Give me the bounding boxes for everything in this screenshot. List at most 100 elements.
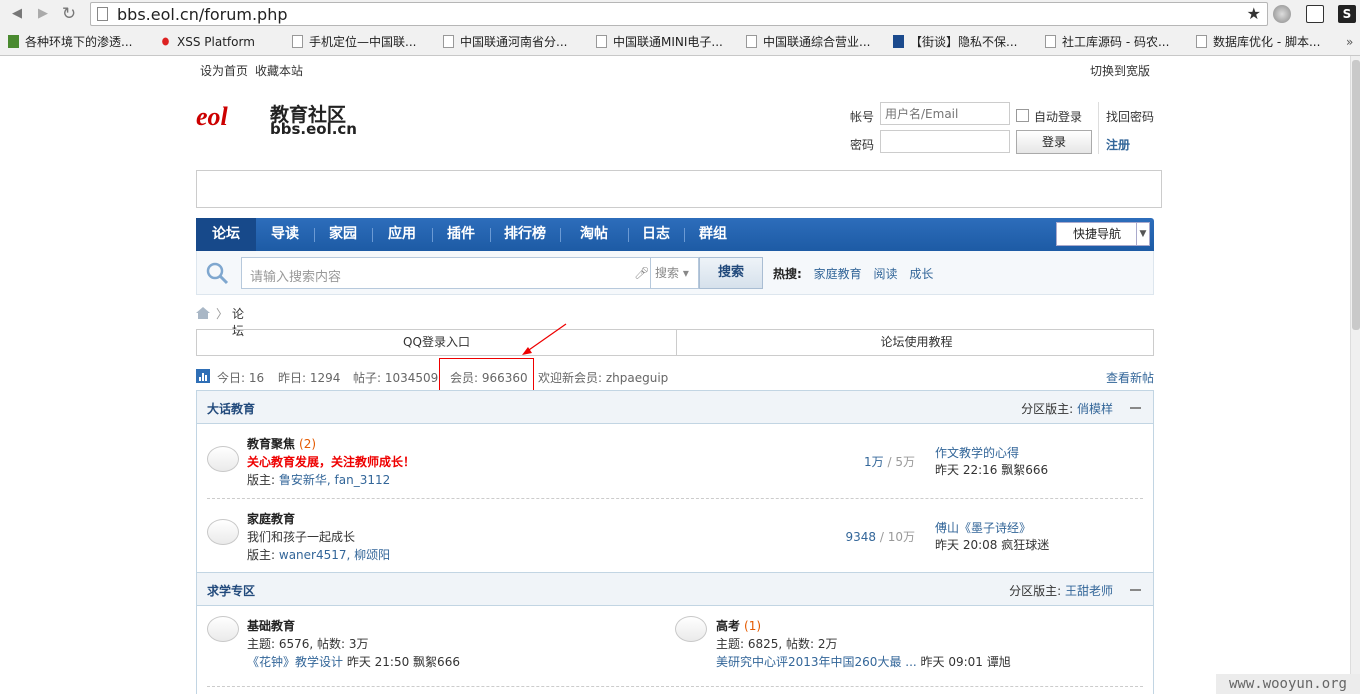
hot-term[interactable]: 阅读 — [873, 267, 897, 281]
stat-welcome[interactable]: 欢迎新会员: zhpaeguip — [538, 369, 668, 386]
collapse-icon[interactable] — [1130, 589, 1141, 591]
vertical-scrollbar[interactable] — [1350, 56, 1360, 694]
last-post-title[interactable]: 作文教学的心得 — [935, 446, 1019, 460]
hot-search-label: 热搜: — [773, 267, 802, 281]
main-nav: 论坛 导读 家园 应用 插件 排行榜 淘帖 日志 群组 快捷导航 ▼ — [196, 218, 1154, 251]
nav-item-forum[interactable]: 论坛 — [196, 218, 256, 251]
bookmark-item[interactable]: 中国联通综合营业... — [746, 34, 870, 50]
category-header: 求学专区 分区版主: 王甜老师 — [196, 572, 1154, 606]
forum-description: 我们和孩子一起成长 — [247, 530, 356, 544]
moderator-link[interactable]: 鲁安新华, fan_3112 — [279, 473, 390, 487]
password-input[interactable] — [880, 130, 1010, 153]
forum-row: 教育聚焦 (2) 关心教育发展，关注教师成长！ 版主: 鲁安新华, fan_311… — [197, 424, 1153, 498]
bookmark-item[interactable]: XSS Platform — [160, 34, 255, 50]
row-divider — [207, 686, 1143, 687]
last-post-info: 昨天 09:01 谭旭 — [920, 655, 1011, 669]
watermark: www.wooyun.org — [1216, 674, 1360, 694]
last-post: 美研究中心评2013年中国260大最 ... 昨天 09:01 谭旭 — [716, 653, 1011, 670]
search-input[interactable]: 请输入搜索内容 🎤︎ — [241, 257, 651, 289]
bookmark-item[interactable]: 中国联通河南省分... — [443, 34, 567, 50]
scrollbar-thumb[interactable] — [1352, 60, 1360, 330]
account-input[interactable] — [880, 102, 1010, 125]
back-icon[interactable]: ◀ — [8, 5, 26, 23]
forum-name[interactable]: 教育聚焦 (2) — [247, 435, 316, 452]
post-count: 10万 — [887, 530, 915, 544]
favorite-link[interactable]: 收藏本站 — [255, 62, 303, 79]
new-count: (2) — [299, 437, 317, 451]
nav-item-ranking[interactable]: 排行榜 — [490, 218, 560, 251]
moderator-label: 分区版主: — [1021, 402, 1074, 416]
forum-name[interactable]: 高考 (1) — [716, 617, 761, 634]
nav-item-groups[interactable]: 群组 — [684, 218, 742, 251]
address-bar[interactable]: bbs.eol.cn/forum.php ★ — [90, 2, 1268, 26]
bookmark-item[interactable]: 数据库优化 - 脚本... — [1196, 34, 1320, 50]
find-password-link[interactable]: 找回密码 — [1106, 108, 1154, 125]
category-moderator: 分区版主: 俏模样 — [1021, 400, 1113, 417]
moderator-label: 版主: — [247, 548, 276, 562]
home-icon[interactable] — [196, 307, 210, 319]
nav-item-taotie[interactable]: 淘帖 — [560, 218, 628, 251]
nav-item-plugins[interactable]: 插件 — [432, 218, 490, 251]
bookmark-item[interactable]: 【街谈】隐私不保... — [893, 34, 1017, 50]
nav-item-home[interactable]: 家园 — [314, 218, 372, 251]
breadcrumb-separator: 〉 — [216, 307, 229, 321]
last-post-title[interactable]: 美研究中心评2013年中国260大最 ... — [716, 655, 917, 669]
hot-term[interactable]: 家庭教育 — [814, 267, 862, 281]
microphone-icon[interactable]: 🎤︎ — [634, 266, 649, 280]
globe-extension-icon[interactable] — [1273, 5, 1291, 23]
logo-domain: bbs.eol.cn — [270, 120, 357, 138]
reload-icon[interactable]: ↻ — [60, 5, 78, 23]
set-home-link[interactable]: 设为首页 — [200, 62, 248, 79]
s-extension-icon[interactable]: S — [1338, 5, 1356, 23]
more-bookmarks-icon[interactable]: » — [1346, 34, 1353, 50]
forum-counts: 9348 / 10万 — [845, 530, 915, 544]
nav-item-guide[interactable]: 导读 — [256, 218, 314, 251]
new-count: (1) — [744, 619, 762, 633]
last-post-info: 昨天 21:50 飘絮666 — [346, 655, 460, 669]
register-link[interactable]: 注册 — [1106, 136, 1130, 153]
nav-item-apps[interactable]: 应用 — [372, 218, 432, 251]
site-logo[interactable]: eol 教育社区 bbs.eol.cn — [196, 96, 357, 140]
bookmark-item[interactable]: 社工库源码 - 码农... — [1045, 34, 1169, 50]
switch-wide-link[interactable]: 切换到宽版 — [1090, 62, 1150, 79]
last-post-title[interactable]: 《花钟》教学设计 — [247, 655, 343, 669]
forward-icon[interactable]: ▶ — [34, 5, 52, 23]
search-scope-label: 搜索 — [655, 266, 680, 280]
page-icon — [97, 7, 108, 21]
view-new-posts-link[interactable]: 查看新帖 — [1106, 369, 1154, 386]
forum-moderators: 版主: waner4517, 柳颂阳 — [247, 546, 390, 563]
hot-term[interactable]: 成长 — [909, 267, 933, 281]
bookmark-item[interactable]: 手机定位—中国联... — [292, 34, 416, 50]
forum-name[interactable]: 基础教育 — [247, 617, 295, 634]
browser-chrome: ◀ ▶ ↻ bbs.eol.cn/forum.php ★ S 各种环境下的渗透.… — [0, 0, 1360, 56]
last-post-title[interactable]: 傅山《墨子诗经》 — [935, 521, 1031, 535]
nav-item-blog[interactable]: 日志 — [628, 218, 684, 251]
forum-name[interactable]: 家庭教育 — [247, 510, 295, 527]
moderator-link[interactable]: 俏模样 — [1077, 402, 1113, 416]
search-bar: 请输入搜索内容 🎤︎ 搜索 ▾ 搜索 热搜: 家庭教育 阅读 成长 — [196, 251, 1154, 295]
bookmark-star-icon[interactable]: ★ — [1247, 4, 1261, 23]
quick-nav-dropdown[interactable]: 快捷导航 ▼ — [1056, 222, 1150, 246]
stat-today: 今日: 16 — [217, 371, 265, 385]
search-button[interactable]: 搜索 — [699, 257, 763, 289]
forum-title: 高考 — [716, 619, 741, 633]
tutorial-link[interactable]: 论坛使用教程 — [677, 330, 1156, 355]
flag-extension-icon[interactable] — [1306, 5, 1324, 23]
thread-count: 1万 — [864, 455, 884, 469]
bookmark-item[interactable]: 各种环境下的渗透... — [8, 34, 132, 50]
logo-mark: eol — [196, 102, 228, 131]
bookmark-item[interactable]: 中国联通MINI电子... — [596, 34, 723, 50]
qq-login-link[interactable]: QQ登录入口 — [197, 330, 676, 355]
search-scope-select[interactable]: 搜索 ▾ — [651, 257, 699, 289]
bookmarks-bar: 各种环境下的渗透... XSS Platform 手机定位—中国联... 中国联… — [0, 30, 1360, 54]
moderator-link[interactable]: 王甜老师 — [1065, 584, 1113, 598]
category-name[interactable]: 求学专区 — [207, 582, 255, 599]
forum-row: 家庭教育 我们和孩子一起成长 版主: waner4517, 柳颂阳 9348 /… — [197, 499, 1153, 572]
shortcut-links: QQ登录入口 论坛使用教程 — [196, 329, 1154, 356]
category-name[interactable]: 大话教育 — [207, 400, 255, 417]
collapse-icon[interactable] — [1130, 407, 1141, 409]
auto-login-checkbox[interactable] — [1016, 109, 1029, 122]
moderator-link[interactable]: waner4517, 柳颂阳 — [279, 548, 390, 562]
login-button[interactable]: 登录 — [1016, 130, 1092, 154]
category-moderator: 分区版主: 王甜老师 — [1009, 582, 1113, 599]
